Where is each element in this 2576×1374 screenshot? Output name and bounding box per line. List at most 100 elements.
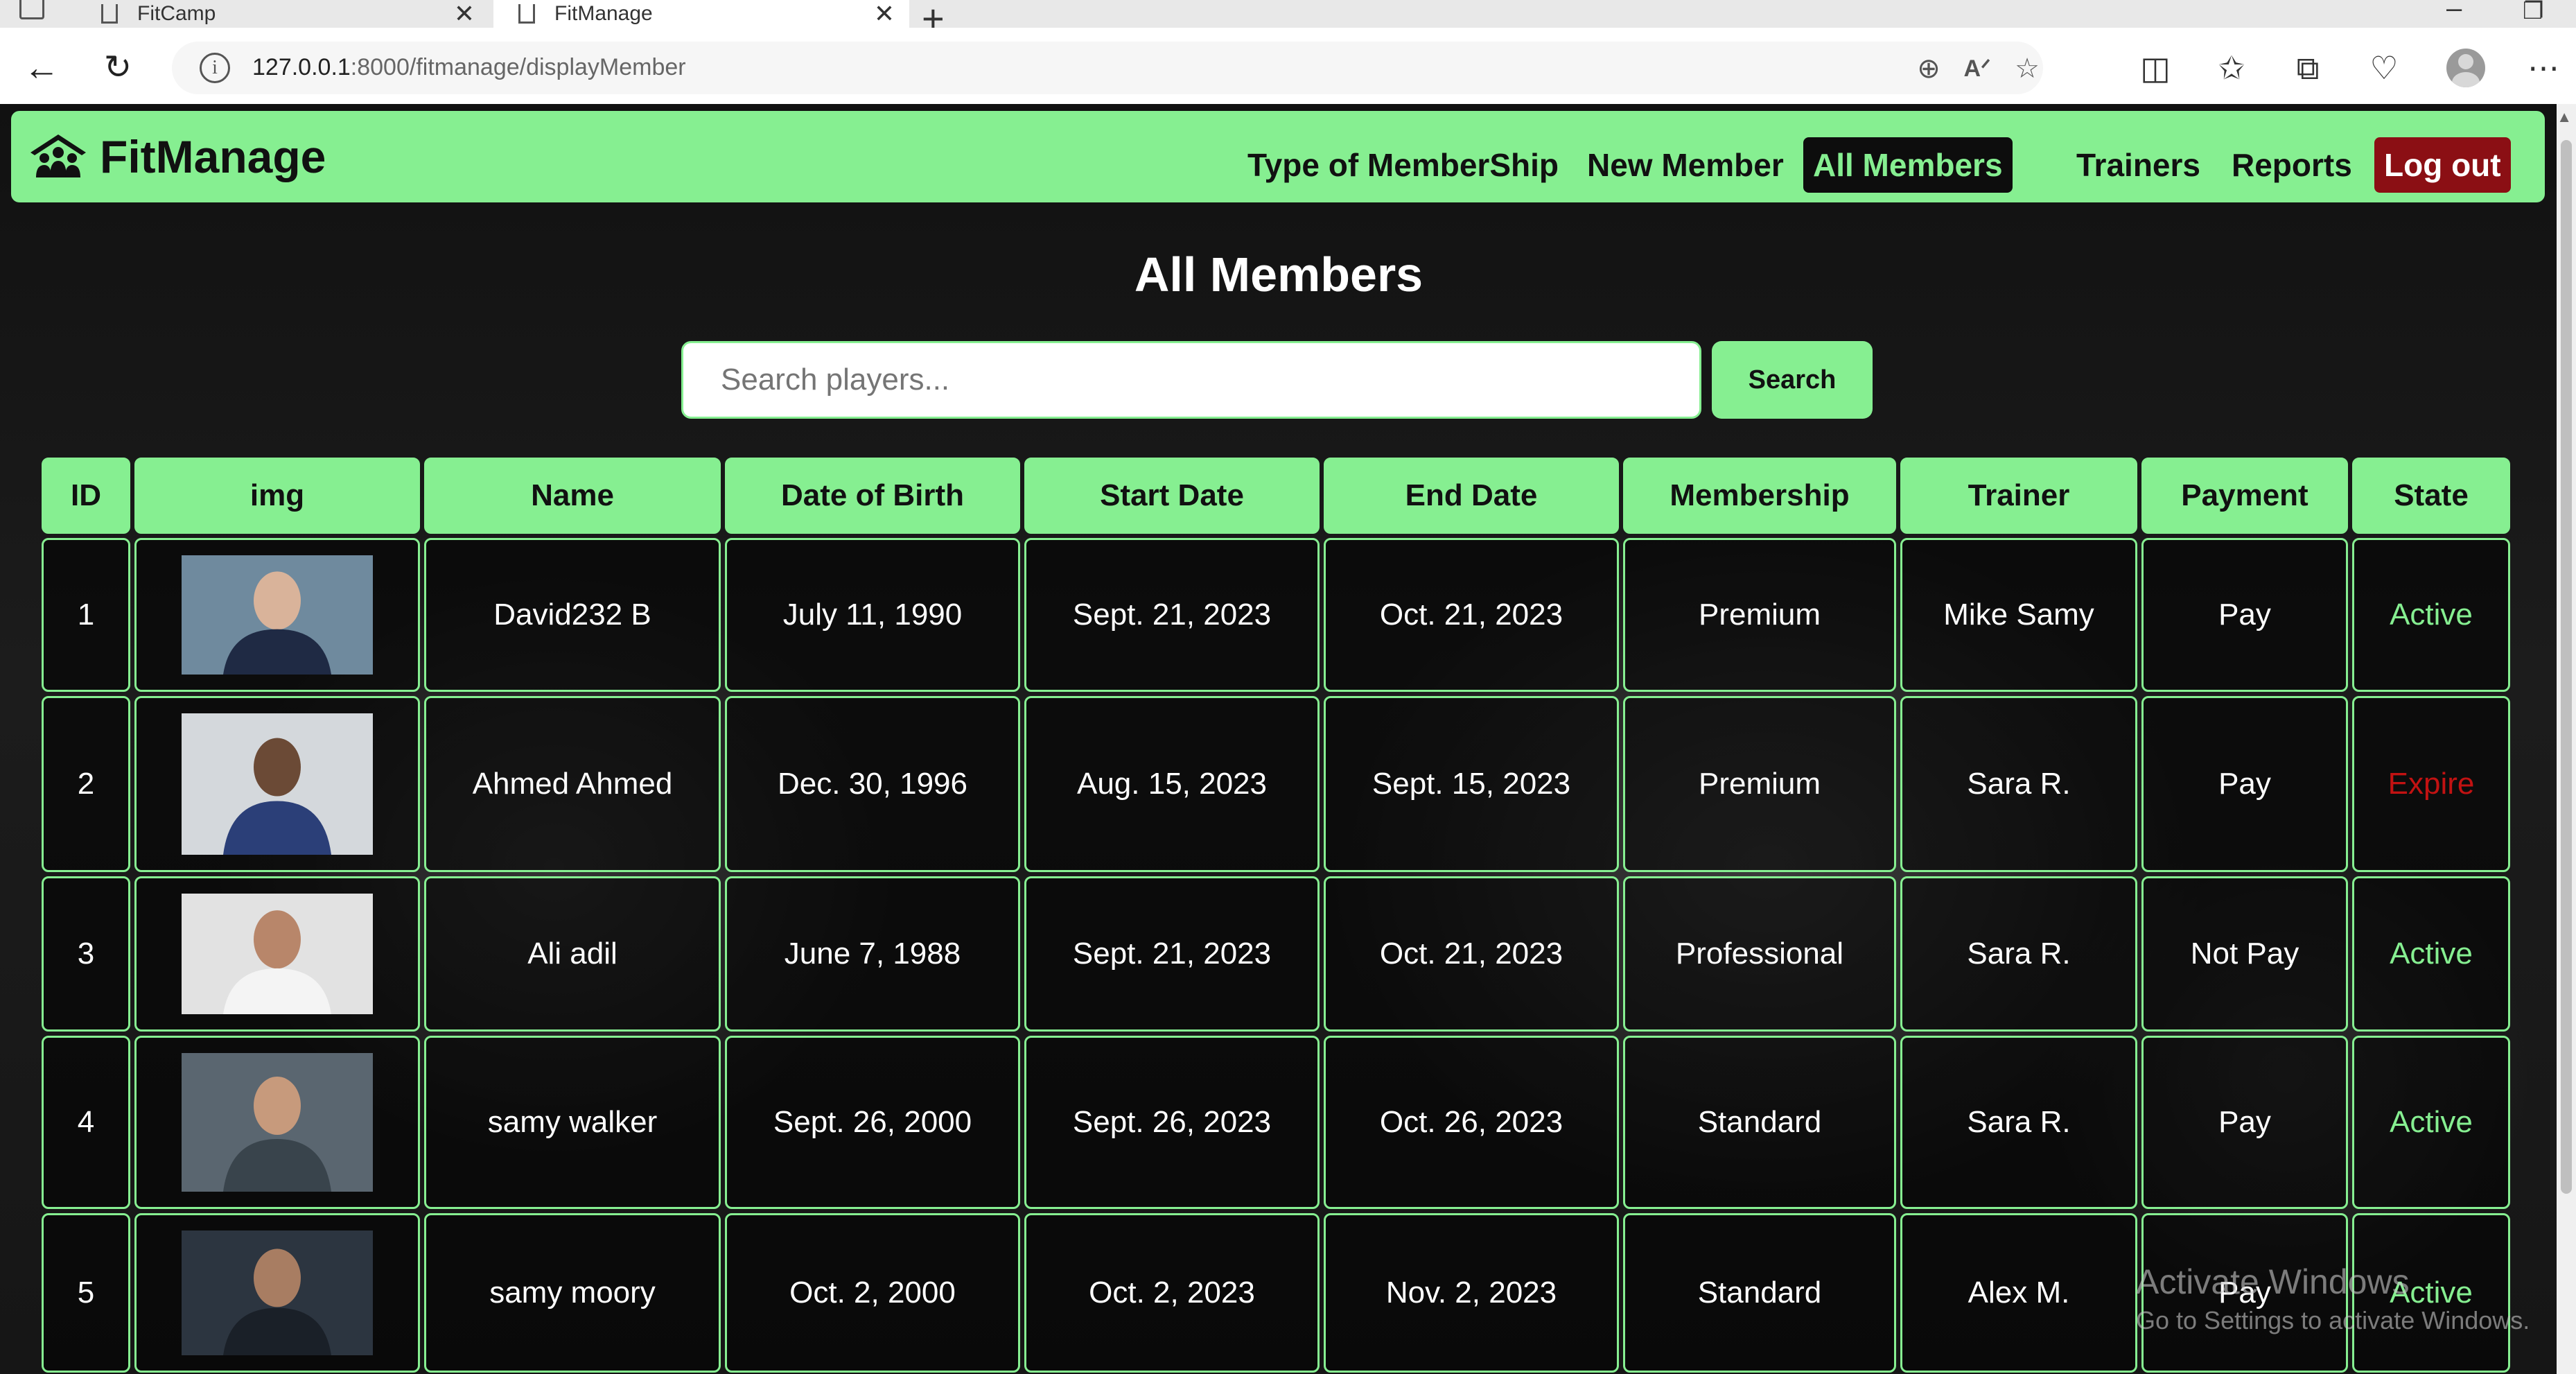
- cell-start-date: Sept. 21, 2023: [1024, 538, 1320, 692]
- read-aloud-icon[interactable]: Aᐟ: [1960, 51, 1995, 86]
- member-photo: [182, 1053, 373, 1192]
- cell-start-date: Sept. 21, 2023: [1024, 876, 1320, 1032]
- nav-new-member[interactable]: New Member: [1577, 137, 1794, 193]
- column-header: img: [134, 458, 420, 534]
- nav-trainers[interactable]: Trainers: [2067, 137, 2210, 193]
- cell-id: 3: [42, 876, 130, 1032]
- column-header: Trainer: [1900, 458, 2137, 534]
- nav-reports[interactable]: Reports: [2222, 137, 2362, 193]
- tab-actions-icon[interactable]: [19, 0, 44, 19]
- brand[interactable]: FitManage: [29, 130, 326, 183]
- page-title: All Members: [1134, 247, 1423, 302]
- column-header: Membership: [1623, 458, 1896, 534]
- address-bar: ← ↻ i 127.0.0.1:8000/fitmanage/displayMe…: [0, 28, 2576, 108]
- column-header: State: [2352, 458, 2510, 534]
- cell-id: 4: [42, 1036, 130, 1209]
- nav-all-members[interactable]: All Members: [1803, 137, 2013, 193]
- cell-end-date: Oct. 21, 2023: [1324, 538, 1619, 692]
- cell-id: 1: [42, 538, 130, 692]
- favorite-icon[interactable]: ☆: [2010, 51, 2044, 86]
- member-photo: [182, 555, 373, 675]
- cell-name: Ali adil: [424, 876, 721, 1032]
- reload-icon[interactable]: ↻: [97, 47, 139, 89]
- cell-trainer: Mike Samy: [1900, 538, 2137, 692]
- page-icon: [518, 4, 535, 24]
- close-icon[interactable]: ✕: [450, 0, 478, 28]
- cell-state: Expire: [2352, 696, 2510, 872]
- member-photo: [182, 894, 373, 1014]
- column-header: Payment: [2141, 458, 2348, 534]
- logout-button[interactable]: Log out: [2374, 137, 2511, 193]
- page-scrollbar[interactable]: ▲: [2557, 104, 2576, 1374]
- cell-trainer: Sara R.: [1900, 696, 2137, 872]
- close-icon[interactable]: ✕: [870, 0, 898, 28]
- more-icon[interactable]: ⋯: [2523, 47, 2564, 89]
- scroll-thumb[interactable]: [2561, 140, 2572, 1194]
- profile-icon[interactable]: [2446, 49, 2485, 87]
- cell-dob: Sept. 26, 2000: [725, 1036, 1020, 1209]
- cell-membership: Standard: [1623, 1213, 1896, 1373]
- url-field[interactable]: i 127.0.0.1:8000/fitmanage/displayMember…: [172, 42, 2043, 94]
- cell-name: David232 B: [424, 538, 721, 692]
- cell-trainer: Sara R.: [1900, 1036, 2137, 1209]
- cell-img: [134, 1036, 420, 1209]
- zoom-icon[interactable]: ⊕: [1911, 51, 1946, 86]
- column-header: End Date: [1324, 458, 1619, 534]
- minimize-icon[interactable]: –: [2446, 0, 2462, 24]
- split-screen-icon[interactable]: ◫: [2135, 47, 2176, 89]
- cell-end-date: Oct. 21, 2023: [1324, 876, 1619, 1032]
- cell-end-date: Oct. 26, 2023: [1324, 1036, 1619, 1209]
- cell-membership: Premium: [1623, 538, 1896, 692]
- windows-activation-watermark: Activate Windows Go to Settings to activ…: [2136, 1262, 2530, 1334]
- cell-img: [134, 696, 420, 872]
- cell-id: 5: [42, 1213, 130, 1373]
- browser-tab-fitmanage[interactable]: FitManage ✕: [493, 0, 909, 28]
- brand-name: FitManage: [100, 131, 326, 182]
- scroll-up-icon[interactable]: ▲: [2557, 108, 2572, 126]
- cell-img: [134, 538, 420, 692]
- member-photo: [182, 1230, 373, 1355]
- cell-name: samy walker: [424, 1036, 721, 1209]
- cell-payment: Pay: [2141, 1036, 2348, 1209]
- cell-state: Active: [2352, 1036, 2510, 1209]
- cell-img: [134, 876, 420, 1032]
- search-input[interactable]: [681, 341, 1701, 419]
- page-viewport: FitManage Type of MemberShip New Member …: [0, 104, 2576, 1374]
- cell-membership: Standard: [1623, 1036, 1896, 1209]
- cell-trainer: Alex M.: [1900, 1213, 2137, 1373]
- cell-start-date: Oct. 2, 2023: [1024, 1213, 1320, 1373]
- cell-membership: Premium: [1623, 696, 1896, 872]
- cell-payment: Not Pay: [2141, 876, 2348, 1032]
- cell-membership: Professional: [1623, 876, 1896, 1032]
- favorites-icon[interactable]: ✩: [2211, 47, 2252, 89]
- search-button[interactable]: Search: [1712, 341, 1873, 419]
- cell-payment: Pay: [2141, 538, 2348, 692]
- maximize-icon[interactable]: ❐: [2523, 0, 2543, 25]
- url-text: 127.0.0.1:8000/fitmanage/displayMember: [252, 54, 686, 80]
- cell-end-date: Nov. 2, 2023: [1324, 1213, 1619, 1373]
- cell-img: [134, 1213, 420, 1373]
- browser-tab-bar: FitCamp ✕ FitManage ✕ + – ❐: [0, 0, 2576, 40]
- column-header: Date of Birth: [725, 458, 1020, 534]
- member-photo: [182, 713, 373, 855]
- browser-tab-fitcamp[interactable]: FitCamp ✕: [76, 0, 489, 28]
- health-icon[interactable]: ♡: [2363, 47, 2405, 89]
- info-icon[interactable]: i: [200, 53, 230, 83]
- cell-name: Ahmed Ahmed: [424, 696, 721, 872]
- nav-membership-types[interactable]: Type of MemberShip: [1238, 137, 1568, 193]
- tab-label: FitCamp: [137, 2, 216, 25]
- column-header: Start Date: [1024, 458, 1320, 534]
- tab-label: FitManage: [554, 2, 653, 25]
- cell-end-date: Sept. 15, 2023: [1324, 696, 1619, 872]
- cell-state: Active: [2352, 876, 2510, 1032]
- gym-community-icon: [29, 133, 87, 180]
- collections-icon[interactable]: ⧉: [2287, 47, 2329, 89]
- cell-state: Active: [2352, 538, 2510, 692]
- top-navbar: FitManage Type of MemberShip New Member …: [11, 111, 2545, 202]
- cell-dob: Dec. 30, 1996: [725, 696, 1020, 872]
- cell-payment: Pay: [2141, 696, 2348, 872]
- cell-name: samy moory: [424, 1213, 721, 1373]
- cell-trainer: Sara R.: [1900, 876, 2137, 1032]
- back-icon[interactable]: ←: [21, 47, 62, 89]
- cell-dob: June 7, 1988: [725, 876, 1020, 1032]
